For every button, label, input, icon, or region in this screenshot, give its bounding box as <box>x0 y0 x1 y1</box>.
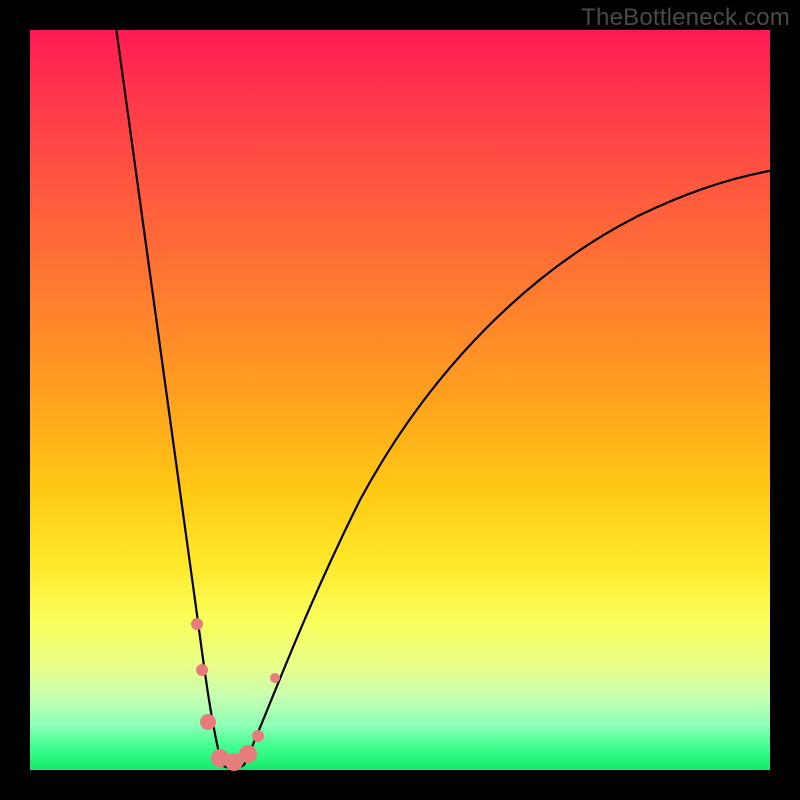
curve-left-branch <box>115 20 222 765</box>
chart-frame: TheBottleneck.com <box>0 0 800 800</box>
marker-dot <box>191 618 203 630</box>
marker-dot <box>270 673 280 683</box>
curve-markers <box>191 618 280 771</box>
marker-dot <box>196 664 208 676</box>
marker-dot <box>252 730 264 742</box>
bottleneck-curve <box>30 30 770 770</box>
watermark-text: TheBottleneck.com <box>581 4 790 32</box>
curve-right-branch <box>244 170 775 765</box>
marker-dot <box>200 714 216 730</box>
plot-area <box>30 30 770 770</box>
marker-dot <box>239 745 257 763</box>
